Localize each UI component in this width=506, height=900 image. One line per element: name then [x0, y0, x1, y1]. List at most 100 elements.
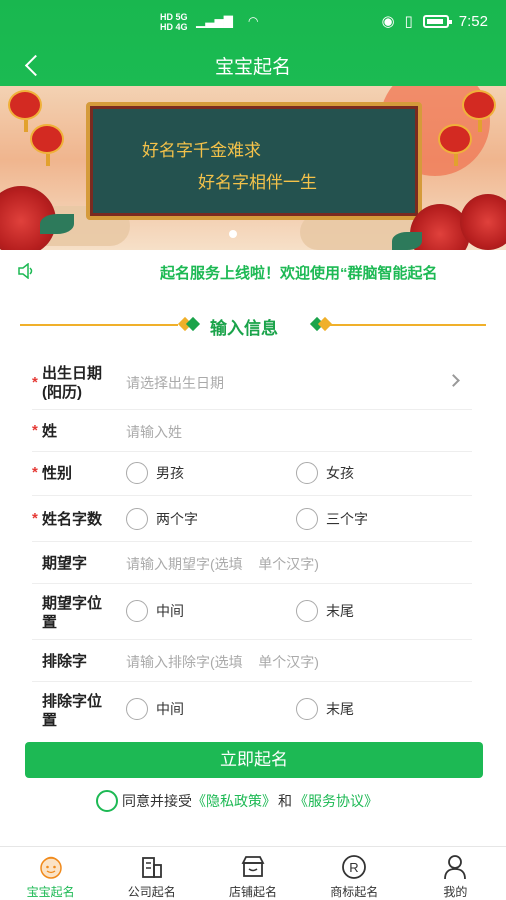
leaf-decoration: [40, 214, 74, 234]
nav-bar: 宝宝起名: [0, 44, 506, 86]
radio-circle-icon: [296, 508, 318, 530]
tab-company-naming[interactable]: 公司起名: [101, 847, 202, 900]
radio-circle-icon: [296, 600, 318, 622]
radio-label: 末尾: [326, 701, 354, 717]
gender-boy-radio[interactable]: 男孩: [126, 462, 184, 484]
exclude-position-row: 排除字位置 中间 末尾: [32, 682, 472, 738]
agreement-text: 同意并接受: [122, 793, 192, 809]
name-length-row: * 姓名字数 两个字 三个字: [32, 496, 472, 542]
network-indicator: HD 5G HD 4G: [160, 12, 188, 32]
notice-bar: 起名服务上线啦！欢迎使用“群脑智能起名: [0, 250, 506, 292]
wanted-char-label: 期望字: [42, 555, 88, 572]
battery-icon: [422, 14, 452, 28]
wanted-end-radio[interactable]: 末尾: [296, 600, 354, 622]
required-mark: *: [32, 510, 38, 527]
wanted-char-row: 期望字 请输入期望字(选填 单个汉字): [32, 542, 472, 584]
radio-label: 末尾: [326, 603, 354, 619]
agreement-row: 同意并接受 《隐私政策》 和 《服务协议》: [96, 790, 378, 812]
store-icon: [241, 856, 265, 877]
radio-label: 三个字: [326, 511, 368, 527]
speaker-icon: [18, 263, 33, 279]
network-label-5g: HD 5G: [160, 12, 188, 22]
exclude-middle-radio[interactable]: 中间: [126, 698, 184, 720]
lantern-icon: [8, 90, 42, 132]
notice-text: 起名服务上线啦！欢迎使用“群脑智能起名: [160, 265, 438, 282]
tab-mine[interactable]: 我的: [405, 847, 506, 900]
banner-line-1: 好名字千金难求: [142, 141, 261, 161]
vibrate-icon: ▯: [404, 13, 413, 30]
carousel-dot[interactable]: [229, 230, 237, 238]
required-mark: *: [32, 374, 38, 391]
lantern-icon: [30, 124, 64, 166]
lantern-icon: [462, 90, 496, 132]
tab-label: 我的: [443, 885, 468, 899]
building-icon: [141, 857, 162, 878]
wanted-char-input[interactable]: 请输入期望字(选填 单个汉字): [126, 554, 319, 574]
gender-girl-radio[interactable]: 女孩: [296, 462, 354, 484]
tab-trademark-naming[interactable]: R 商标起名: [304, 847, 405, 900]
promo-banner[interactable]: 好名字千金难求 好名字相伴一生: [0, 86, 506, 250]
page-title: 宝宝起名: [214, 57, 291, 78]
wanted-position-row: 期望字位置 中间 末尾: [32, 584, 472, 640]
radio-label: 中间: [156, 701, 184, 717]
agree-checkbox[interactable]: [96, 790, 118, 812]
surname-row: * 姓 请输入姓: [32, 410, 472, 452]
section-heading: 输入信息: [20, 312, 486, 338]
tab-store-naming[interactable]: 店铺起名: [202, 847, 303, 900]
radio-label: 女孩: [326, 465, 354, 481]
length-three-radio[interactable]: 三个字: [296, 508, 368, 530]
banner-line-2: 好名字相伴一生: [198, 173, 317, 193]
exclude-char-input[interactable]: 请输入排除字(选填 单个汉字): [126, 652, 319, 672]
name-length-label: 姓名字数: [42, 511, 103, 528]
registered-icon: R: [342, 855, 367, 879]
radio-circle-icon: [126, 698, 148, 720]
birth-date-label: 出生日期 (阳历): [42, 365, 103, 401]
radio-circle-icon: [126, 462, 148, 484]
chevron-right-icon: [447, 374, 460, 387]
wifi-icon: ◠: [248, 14, 259, 28]
wanted-position-label: 期望字位置: [42, 595, 103, 631]
service-agreement-link[interactable]: 《服务协议》: [294, 791, 378, 811]
tab-label: 商标起名: [330, 885, 379, 899]
network-label-4g: HD 4G: [160, 22, 188, 32]
radio-circle-icon: [296, 462, 318, 484]
svg-text:R: R: [350, 860, 359, 875]
tab-label: 宝宝起名: [26, 885, 75, 899]
required-mark: *: [32, 422, 38, 439]
tab-label: 公司起名: [127, 885, 176, 899]
surname-label: 姓: [42, 423, 58, 440]
banner-plaque: 好名字千金难求 好名字相伴一生: [86, 102, 422, 220]
radio-circle-icon: [126, 508, 148, 530]
status-bar: HD 5G HD 4G ▁▃▅▇ ◠ ◉ ▯ 7:52: [0, 0, 506, 44]
bottom-tab-bar: 宝宝起名 公司起名 店铺起名 R 商标起名 我的: [0, 846, 506, 900]
eye-icon: ◉: [381, 13, 395, 30]
submit-button[interactable]: 立即起名: [25, 742, 483, 778]
exclude-char-label: 排除字: [42, 653, 88, 670]
birth-date-row[interactable]: * 出生日期 (阳历) 请选择出生日期: [32, 356, 472, 410]
radio-label: 男孩: [156, 465, 184, 481]
user-icon: [444, 855, 467, 880]
radio-circle-icon: [126, 600, 148, 622]
radio-label: 中间: [156, 603, 184, 619]
leaf-decoration: [392, 232, 422, 250]
required-mark: *: [32, 464, 38, 481]
lantern-icon: [438, 124, 472, 166]
tab-baby-naming[interactable]: 宝宝起名: [0, 847, 101, 900]
clock: 7:52: [458, 12, 488, 30]
gender-label: 性别: [42, 465, 73, 482]
baby-icon: [39, 856, 62, 879]
privacy-policy-link[interactable]: 《隐私政策》: [192, 791, 276, 811]
top-bar: HD 5G HD 4G ▁▃▅▇ ◠ ◉ ▯ 7:52 宝宝起名: [0, 0, 506, 86]
signal-icon: ▁▃▅▇: [196, 14, 233, 28]
surname-input[interactable]: 请输入姓: [126, 422, 182, 442]
birth-date-input[interactable]: 请选择出生日期: [126, 373, 224, 393]
divider-line: [20, 324, 178, 326]
exclude-end-radio[interactable]: 末尾: [296, 698, 354, 720]
divider-line: [328, 324, 486, 326]
exclude-char-row: 排除字 请输入排除字(选填 单个汉字): [32, 640, 472, 682]
radio-circle-icon: [296, 698, 318, 720]
gender-row: * 性别 男孩 女孩: [32, 452, 472, 496]
wanted-middle-radio[interactable]: 中间: [126, 600, 184, 622]
length-two-radio[interactable]: 两个字: [126, 508, 198, 530]
radio-label: 两个字: [156, 511, 198, 527]
